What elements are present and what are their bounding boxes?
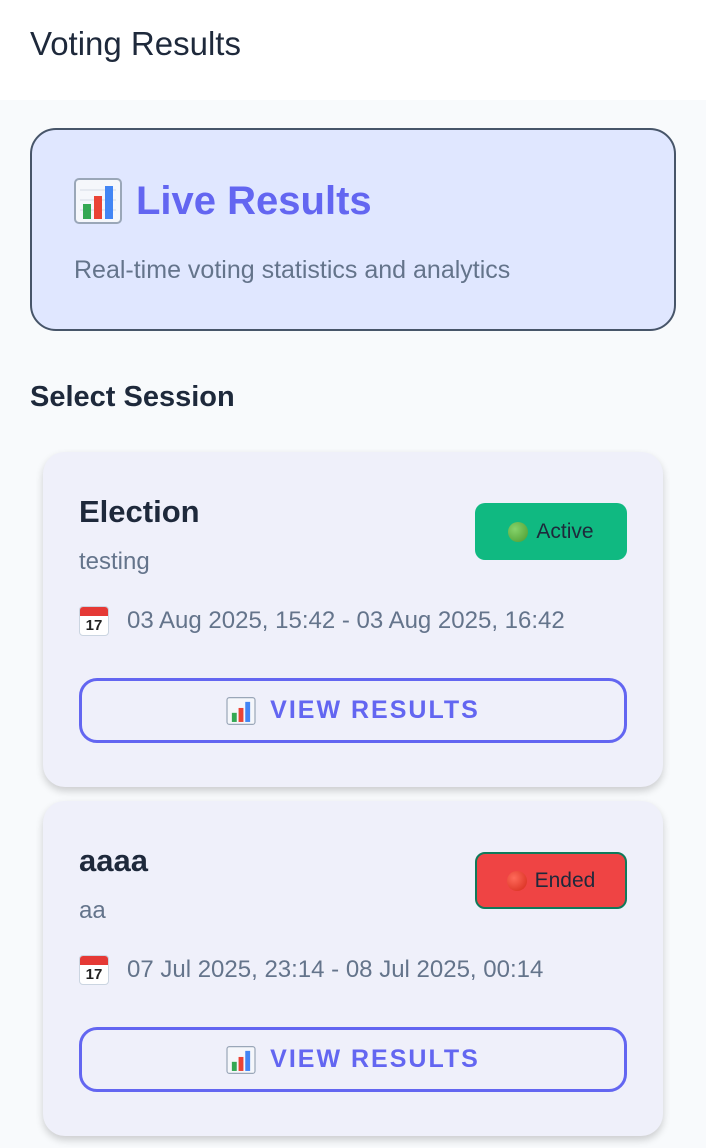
green-circle-icon	[508, 521, 529, 542]
main-content: Live Results Real-time voting statistics…	[0, 100, 706, 1136]
banner-title: Live Results	[136, 178, 372, 223]
bar-chart-icon	[226, 1045, 256, 1074]
session-dates: 17 07 Jul 2025, 23:14 - 08 Jul 2025, 00:…	[79, 955, 627, 985]
calendar-icon: 17	[79, 955, 109, 985]
status-label: Active	[536, 519, 594, 543]
session-date-range: 07 Jul 2025, 23:14 - 08 Jul 2025, 00:14	[127, 956, 544, 983]
session-card[interactable]: aaaa aa Ended 17 07 Jul 2025, 23:14 - 08…	[43, 801, 663, 1136]
banner-title-row: Live Results	[74, 178, 632, 224]
bar-chart-icon	[74, 178, 122, 224]
bar-chart-icon	[226, 696, 256, 725]
calendar-icon: 17	[79, 606, 109, 636]
session-dates: 17 03 Aug 2025, 15:42 - 03 Aug 2025, 16:…	[79, 606, 627, 636]
red-circle-icon	[506, 870, 527, 891]
status-label: Ended	[534, 868, 596, 892]
view-results-label: VIEW RESULTS	[270, 696, 480, 724]
view-results-button[interactable]: VIEW RESULTS	[79, 1027, 627, 1092]
banner-subtitle: Real-time voting statistics and analytic…	[74, 256, 511, 284]
section-title: Select Session	[30, 381, 235, 413]
page-title: Voting Results	[30, 25, 241, 62]
view-results-button[interactable]: VIEW RESULTS	[79, 678, 627, 743]
view-results-label: VIEW RESULTS	[270, 1045, 480, 1073]
live-results-banner: Live Results Real-time voting statistics…	[30, 128, 676, 331]
status-badge: Active	[475, 503, 627, 560]
status-badge: Ended	[475, 852, 627, 909]
session-date-range: 03 Aug 2025, 15:42 - 03 Aug 2025, 16:42	[127, 607, 565, 634]
session-card[interactable]: Election testing Active 17 03 Aug 2025, …	[43, 452, 663, 787]
app-bar: Voting Results	[0, 0, 706, 100]
